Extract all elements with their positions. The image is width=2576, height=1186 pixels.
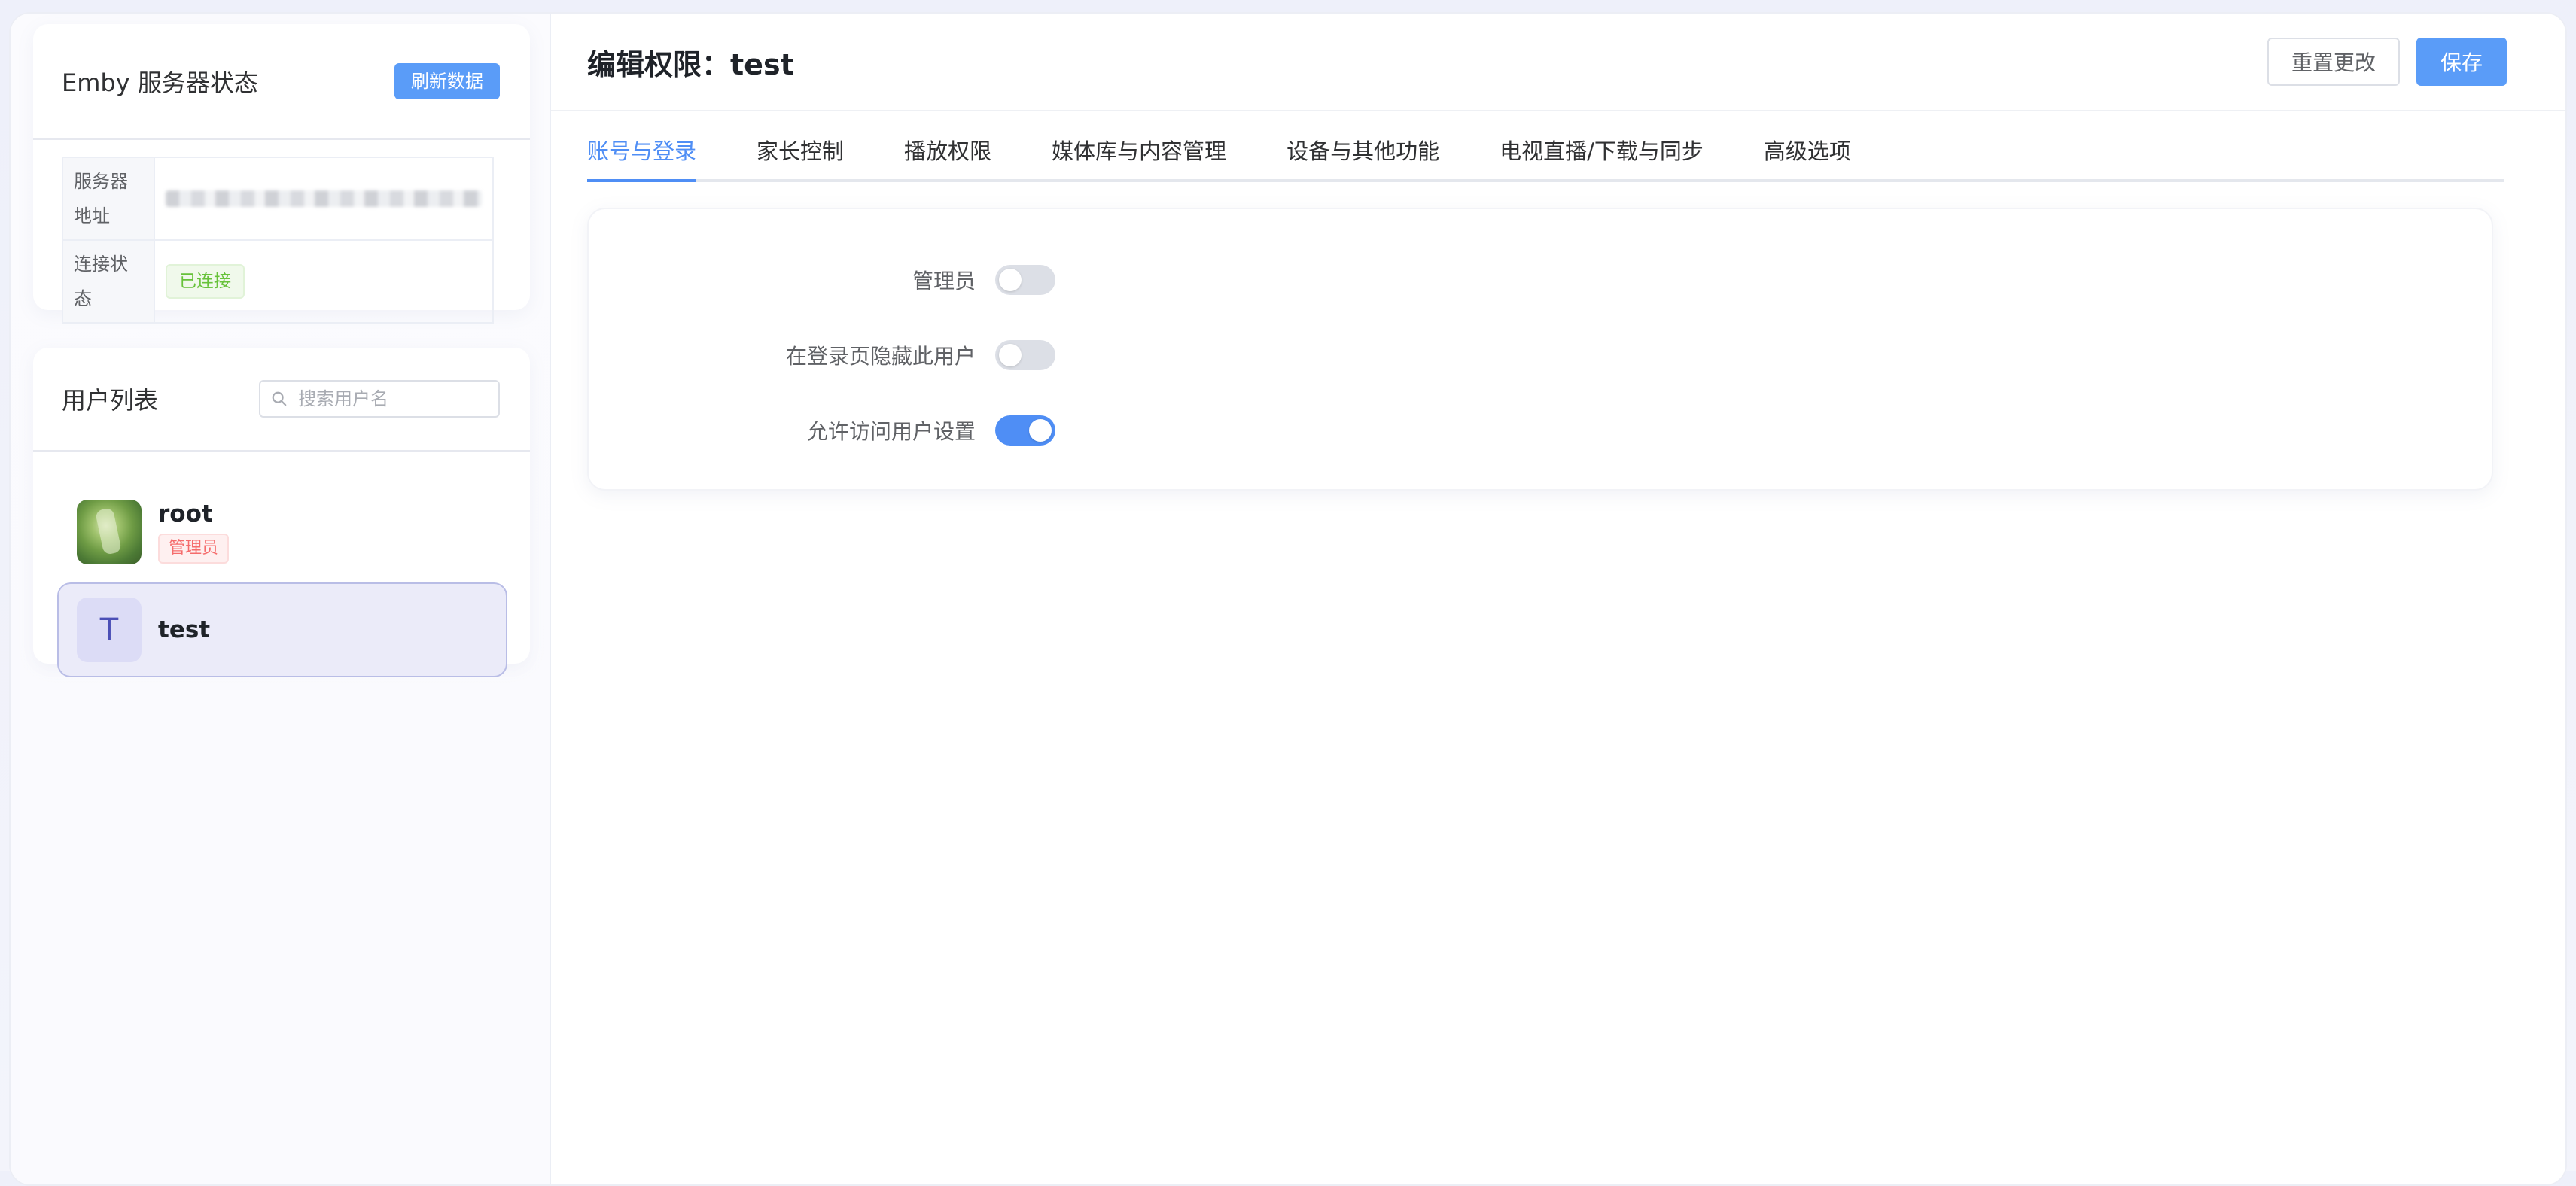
user-list-header: 用户列表 <box>33 348 530 452</box>
user-list: root 管理员 T test <box>33 452 530 677</box>
server-status-title: Emby 服务器状态 <box>62 68 258 97</box>
form-row-administrator: 管理员 <box>589 242 2492 318</box>
tab-livetv-download-sync[interactable]: 电视直播/下载与同步 <box>1500 134 1704 179</box>
main-content: 编辑权限：test 重置更改 保存 账号与登录 家长控制 播放权限 媒体库与内容… <box>551 14 2565 1184</box>
administrator-toggle[interactable] <box>995 265 1055 295</box>
server-status-panel: Emby 服务器状态 刷新数据 服务器地址 连接状态 已连接 <box>33 24 530 324</box>
editor-header: 编辑权限：test 重置更改 保存 <box>551 14 2565 111</box>
hide-on-login-label: 在登录页隐藏此用户 <box>785 344 976 369</box>
account-login-form: 管理员 在登录页隐藏此用户 允许访问用户设置 <box>587 208 2493 491</box>
server-address-label: 服务器地址 <box>62 157 155 241</box>
server-info-table: 服务器地址 连接状态 已连接 <box>62 157 494 324</box>
user-item-test[interactable]: T test <box>57 582 507 677</box>
user-name-root: root <box>158 500 213 528</box>
refresh-button[interactable]: 刷新数据 <box>394 63 500 99</box>
hide-on-login-toggle[interactable] <box>995 340 1055 370</box>
page-title-user: test <box>730 47 794 81</box>
user-avatar-test: T <box>77 598 142 662</box>
header-actions: 重置更改 保存 <box>2267 38 2507 86</box>
tab-library-content[interactable]: 媒体库与内容管理 <box>1052 134 1226 179</box>
app-window: Emby 服务器状态 刷新数据 服务器地址 连接状态 已连接 用户列表 搜索用户… <box>9 12 2567 1186</box>
user-avatar-root <box>77 500 142 564</box>
sidebar: Emby 服务器状态 刷新数据 服务器地址 连接状态 已连接 用户列表 搜索用户… <box>11 14 551 1184</box>
permission-tabs: 账号与登录 家长控制 播放权限 媒体库与内容管理 设备与其他功能 电视直播/下载… <box>587 111 2504 182</box>
connected-badge: 已连接 <box>166 264 245 299</box>
toggle-knob <box>999 269 1022 291</box>
connection-status-value: 已连接 <box>154 239 494 324</box>
connection-status-label: 连接状态 <box>62 239 155 324</box>
user-list-panel: 用户列表 root 管理员 T <box>33 348 530 677</box>
user-name-test: test <box>158 616 211 643</box>
server-address-row: 服务器地址 <box>62 157 494 241</box>
allow-user-settings-toggle[interactable] <box>995 415 1055 446</box>
server-address-redacted <box>166 190 482 207</box>
tab-playback-permissions[interactable]: 播放权限 <box>904 134 991 179</box>
user-item-root[interactable]: root 管理员 <box>57 485 507 579</box>
toggle-knob <box>1029 419 1052 442</box>
user-info-root: root 管理员 <box>158 500 230 564</box>
save-button[interactable]: 保存 <box>2416 38 2507 86</box>
server-address-value <box>154 157 494 241</box>
user-list-title: 用户列表 <box>62 386 159 415</box>
allow-user-settings-label: 允许访问用户设置 <box>806 419 976 444</box>
connection-status-row: 连接状态 已连接 <box>62 239 494 324</box>
reset-changes-button[interactable]: 重置更改 <box>2267 38 2400 86</box>
administrator-label: 管理员 <box>912 269 976 293</box>
search-box[interactable] <box>259 380 500 418</box>
admin-badge: 管理员 <box>158 534 230 564</box>
form-row-hide-on-login: 在登录页隐藏此用户 <box>589 318 2492 393</box>
tab-account-login[interactable]: 账号与登录 <box>587 134 697 182</box>
search-input[interactable] <box>298 388 486 409</box>
tab-advanced[interactable]: 高级选项 <box>1764 134 1851 179</box>
form-row-allow-user-settings: 允许访问用户设置 <box>589 393 2492 468</box>
tab-devices-other[interactable]: 设备与其他功能 <box>1286 134 1439 179</box>
server-status-header: Emby 服务器状态 刷新数据 <box>33 24 530 140</box>
page-title: 编辑权限：test <box>587 41 794 83</box>
page-title-prefix: 编辑权限： <box>587 47 731 81</box>
search-icon <box>272 391 287 406</box>
toggle-knob <box>999 344 1022 366</box>
tab-parental-control[interactable]: 家长控制 <box>757 134 844 179</box>
